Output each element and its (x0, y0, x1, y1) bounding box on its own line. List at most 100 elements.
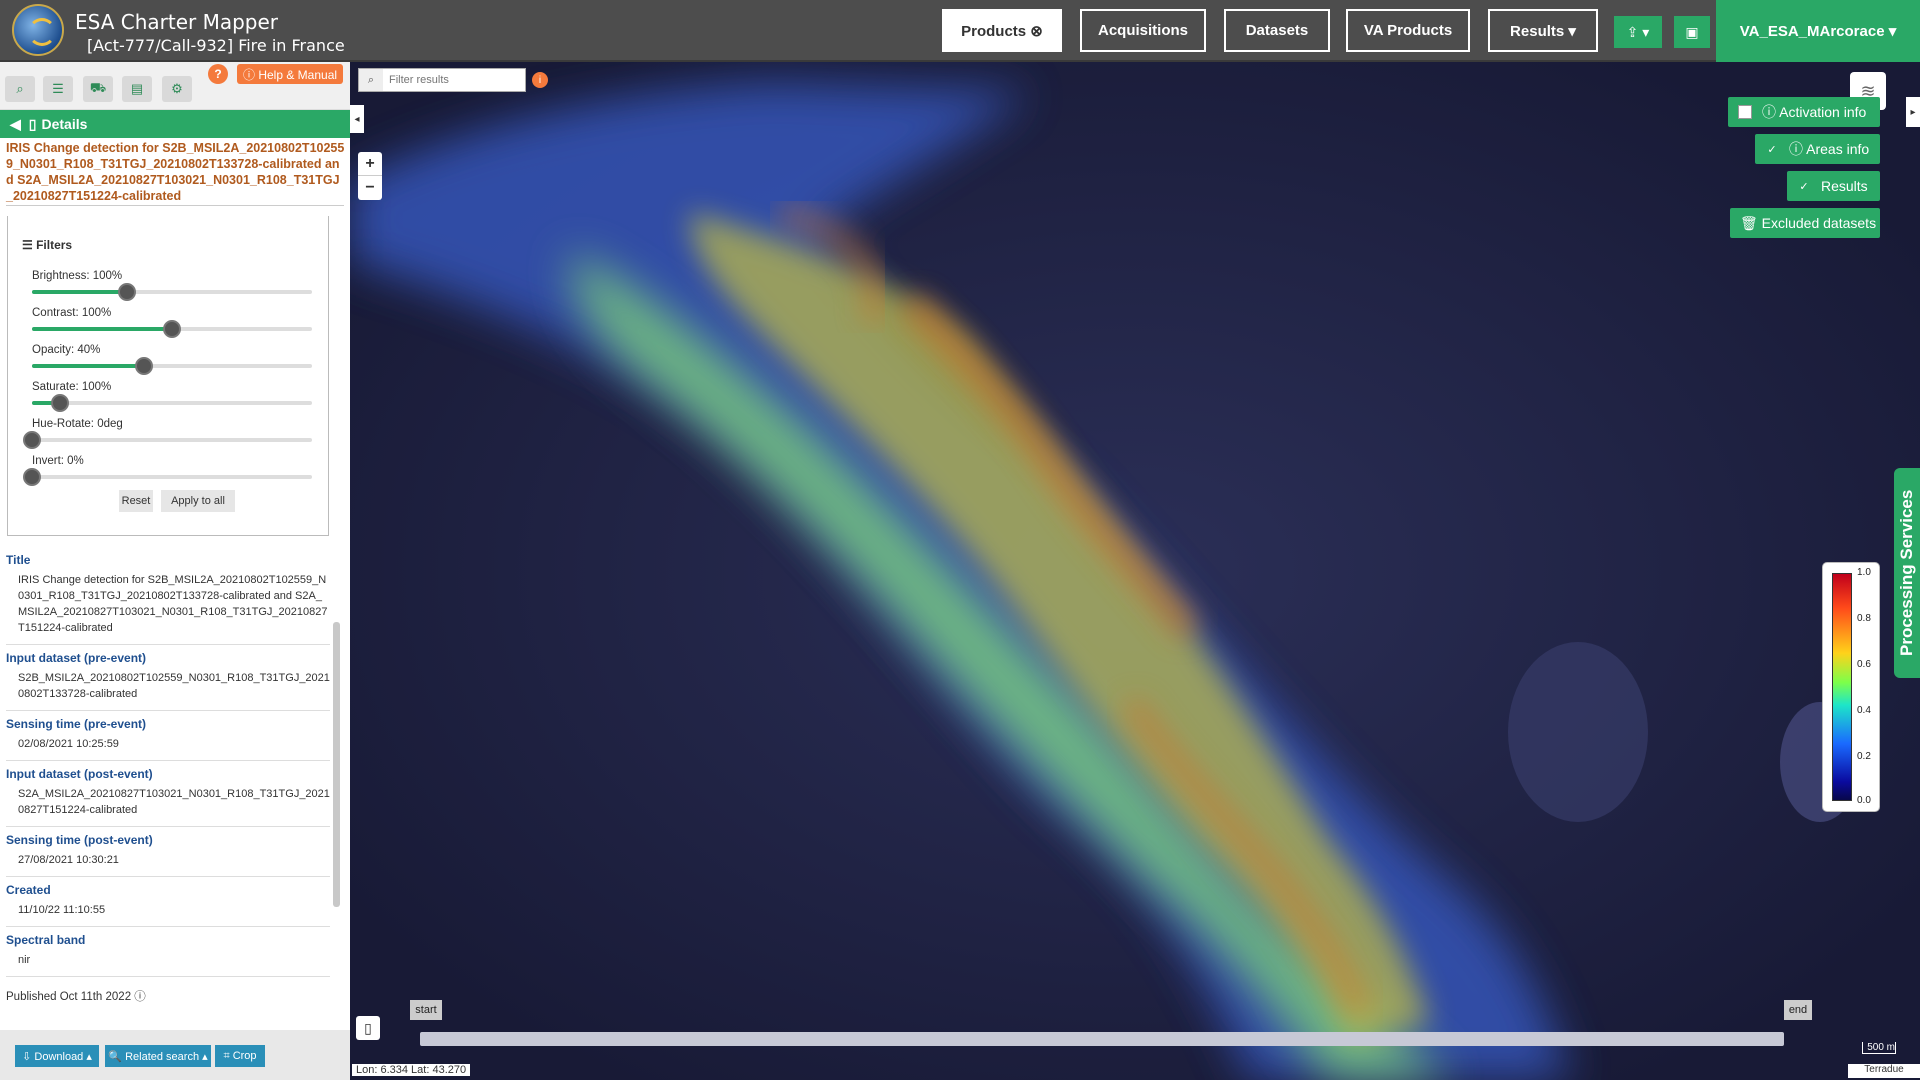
help-question-icon[interactable]: ? (208, 64, 228, 84)
slider-knob[interactable] (23, 431, 41, 449)
esa-logo-icon[interactable] (12, 4, 64, 56)
book-icon[interactable]: ▯ (356, 1016, 380, 1040)
opacity-slider[interactable]: Opacity: 40% (32, 344, 316, 375)
saturate-slider[interactable]: Saturate: 100% (32, 381, 316, 412)
legend-tick: 0.6 (1857, 659, 1871, 670)
processing-services-label: Processing Services (1897, 489, 1916, 657)
meta-pre-dataset: Input dataset (pre-event) S2B_MSIL2A_202… (6, 645, 330, 711)
archive-icon[interactable]: ▤ (122, 76, 152, 102)
reset-button[interactable]: Reset (119, 490, 153, 512)
invert-slider[interactable]: Invert: 0% (23, 455, 316, 486)
sidebar-scrollbar[interactable] (333, 622, 340, 907)
user-menu[interactable]: VA_ESA_MArcorace ▾ (1716, 0, 1920, 62)
slider-track[interactable] (32, 394, 312, 412)
results-toggle[interactable]: ✓ Results (1787, 171, 1880, 201)
filter-results-search[interactable]: ⌕ (358, 68, 526, 92)
hue-rotate-label: Hue-Rotate: 0deg (32, 418, 123, 430)
meta-value: nir (18, 954, 31, 966)
document-icon: ▯ (28, 115, 37, 132)
brightness-slider[interactable]: Brightness: 100% (32, 270, 316, 301)
slider-knob[interactable] (51, 394, 69, 412)
meta-key: Sensing time (post-event) (6, 833, 153, 847)
checkbox-checked[interactable]: ✓ (1797, 179, 1811, 193)
meta-created: Created 11/10/22 11:10:55 (6, 877, 330, 927)
meta-title: Title IRIS Change detection for S2B_MSIL… (6, 547, 330, 645)
scale-bar: 500 m (1862, 1042, 1896, 1054)
areas-info-label: ⓘ Areas info (1789, 141, 1870, 157)
gear-icon[interactable]: ⚙ (162, 76, 192, 102)
download-button[interactable]: ⇩ Download ▴ (15, 1045, 99, 1067)
nav-datasets-tab[interactable]: Datasets (1224, 9, 1330, 52)
apply-to-all-button[interactable]: Apply to all (161, 490, 235, 512)
action-bar: ⇩ Download ▴ 🔍 Related search ▴ ⌗ Crop (0, 1030, 350, 1080)
checkbox-unchecked[interactable] (1738, 105, 1752, 119)
top-bar: ESA Charter Mapper [Act-777/Call-932] Fi… (0, 0, 1920, 62)
map-attribution: Terradue (1848, 1064, 1920, 1078)
help-manual-button[interactable]: ⓘ Help & Manual (237, 64, 344, 84)
divider (6, 205, 344, 206)
related-search-button[interactable]: 🔍 Related search ▴ (105, 1045, 211, 1067)
slider-track[interactable] (32, 357, 312, 375)
brightness-label: Brightness: 100% (32, 270, 123, 282)
filters-title: ☰ Filters (22, 238, 73, 252)
contrast-slider[interactable]: Contrast: 100% (32, 307, 316, 338)
timeline: ▯ start end (350, 1000, 1920, 1070)
hue-rotate-slider[interactable]: Hue-Rotate: 0deg (23, 418, 316, 449)
info-icon[interactable]: i (532, 72, 548, 88)
zoom-in-button[interactable]: + (358, 152, 382, 176)
activation-info-toggle[interactable]: ⓘ Activation info (1728, 97, 1880, 127)
details-label: Details (41, 116, 88, 132)
product-metadata: Title IRIS Change detection for S2B_MSIL… (6, 547, 330, 977)
timeline-range-bar[interactable] (420, 1032, 1784, 1046)
chevron-right-icon[interactable]: ▸ (1906, 97, 1920, 127)
product-title: IRIS Change detection for S2B_MSIL2A_202… (6, 141, 345, 203)
nav-acquisitions-tab[interactable]: Acquisitions (1080, 9, 1206, 52)
back-chevron-icon[interactable]: ◀ (10, 116, 21, 133)
meta-spectral-band: Spectral band nir (6, 927, 330, 977)
timeline-start-marker[interactable]: start (410, 1000, 442, 1020)
slider-track[interactable] (23, 431, 312, 449)
areas-info-toggle[interactable]: ✓ ⓘ Areas info (1755, 134, 1880, 164)
briefcase-icon[interactable]: ▣ (1674, 16, 1710, 48)
excluded-datasets-button[interactable]: 🗑 Excluded datasets (1730, 208, 1880, 238)
slider-track[interactable] (32, 283, 312, 301)
zoom-out-button[interactable]: − (358, 176, 382, 200)
crop-button[interactable]: ⌗ Crop (215, 1045, 265, 1067)
slider-knob[interactable] (135, 357, 153, 375)
upload-icon[interactable]: ⇪ ▾ (1614, 16, 1662, 48)
slider-knob[interactable] (23, 468, 41, 486)
basket-icon[interactable]: ⛟ (83, 76, 113, 102)
details-header[interactable]: ◀ ▯ Details (0, 110, 350, 138)
timeline-end-marker[interactable]: end (1784, 1000, 1812, 1020)
saturate-label: Saturate: 100% (32, 381, 112, 393)
search-icon[interactable]: ⌕ (359, 69, 383, 91)
sidebar-toolbar: ⌕ ☰ ⛟ ▤ ⚙ ? ⓘ Help & Manual (0, 62, 350, 110)
checkbox-checked[interactable]: ✓ (1765, 142, 1779, 156)
legend-tick: 1.0 (1857, 567, 1871, 578)
legend-tick: 0.0 (1857, 795, 1871, 806)
slider-knob[interactable] (163, 320, 181, 338)
meta-post-time: Sensing time (post-event) 27/08/2021 10:… (6, 827, 330, 877)
invert-label: Invert: 0% (32, 455, 84, 467)
app-title: ESA Charter Mapper (75, 10, 279, 34)
slider-track[interactable] (23, 468, 312, 486)
meta-pre-time: Sensing time (pre-event) 02/08/2021 10:2… (6, 711, 330, 761)
nav-va-products-tab[interactable]: VA Products (1346, 9, 1470, 52)
zoom-control: + − (358, 152, 382, 200)
collapse-sidebar-icon[interactable]: ◂ (350, 105, 364, 133)
filter-results-input[interactable] (383, 74, 523, 86)
list-icon[interactable]: ☰ (43, 76, 73, 102)
change-detection-overlay (350, 62, 1920, 1080)
nav-results-dropdown[interactable]: Results ▾ (1488, 9, 1598, 52)
meta-key: Spectral band (6, 933, 86, 947)
search-icon[interactable]: ⌕ (5, 76, 35, 102)
meta-value: S2B_MSIL2A_20210802T102559_N0301_R108_T3… (18, 672, 330, 700)
slider-knob[interactable] (118, 283, 137, 301)
slider-track[interactable] (32, 320, 312, 338)
map-viewport[interactable]: ⌕ i + − ≋ ▸ ⓘ Activation info ✓ ⓘ Areas … (350, 62, 1920, 1080)
activation-info-label: ⓘ Activation info (1762, 104, 1867, 120)
nav-products-tab[interactable]: Products ⊗ (942, 9, 1062, 52)
legend-tick: 0.8 (1857, 613, 1871, 624)
results-label: Results (1821, 178, 1868, 194)
meta-key: Created (6, 883, 51, 897)
